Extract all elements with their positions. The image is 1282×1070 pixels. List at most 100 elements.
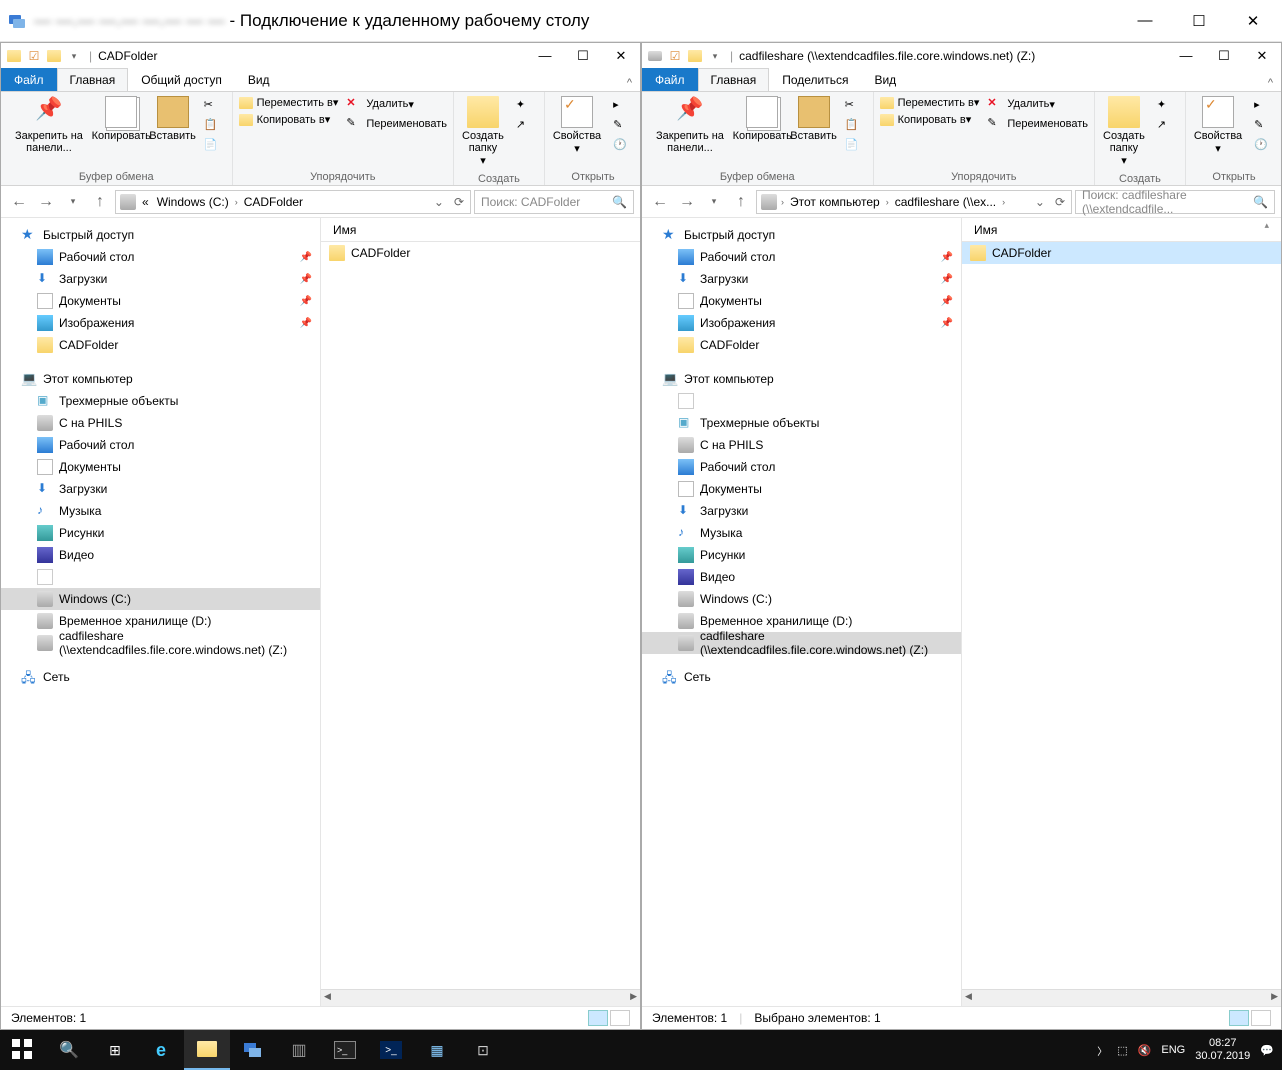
nav-desktop[interactable]: Рабочий стол📌: [642, 246, 961, 268]
back-button[interactable]: ←: [7, 190, 31, 214]
qat-properties-icon[interactable]: ☑: [25, 47, 43, 65]
nav-documents-pc[interactable]: Документы: [1, 456, 320, 478]
search-button[interactable]: 🔍: [46, 1030, 92, 1070]
nav-downloads[interactable]: ⬇Загрузки📌: [642, 268, 961, 290]
pin-button[interactable]: 📌Закрепить на панели...: [3, 94, 95, 156]
nav-video[interactable]: Видео: [1, 544, 320, 566]
tab-file[interactable]: Файл: [642, 68, 698, 91]
breadcrumb-0[interactable]: Windows (C:): [153, 195, 233, 209]
history-button[interactable]: 🕐: [609, 136, 637, 156]
nav-music[interactable]: ♪Музыка: [1, 500, 320, 522]
forward-button[interactable]: →: [675, 190, 699, 214]
taskbar-app2[interactable]: ⊡: [460, 1030, 506, 1070]
close-button[interactable]: ✕: [1247, 48, 1277, 64]
tab-home[interactable]: Главная: [57, 68, 129, 91]
up-button[interactable]: ↑: [729, 190, 753, 214]
copy-to-button[interactable]: Копировать в ▾: [235, 111, 343, 128]
new-item-button[interactable]: ✦: [1153, 96, 1181, 116]
tab-view[interactable]: Вид: [861, 68, 909, 91]
nav-desktop[interactable]: Рабочий стол📌: [1, 246, 320, 268]
refresh-button[interactable]: ⟳: [1051, 195, 1069, 209]
edit-button[interactable]: ✎: [1250, 116, 1278, 136]
back-button[interactable]: ←: [648, 190, 672, 214]
maximize-button[interactable]: ☐: [568, 48, 598, 64]
nav-pictures[interactable]: Изображения📌: [642, 312, 961, 334]
pin-button[interactable]: 📌Закрепить на панели...: [644, 94, 736, 156]
rdp-close-button[interactable]: ✕: [1238, 6, 1268, 36]
rename-button[interactable]: ✎Переименовать: [342, 114, 451, 134]
easy-access-button[interactable]: ↗: [1153, 116, 1181, 136]
view-details-button[interactable]: [588, 1010, 608, 1026]
nav-network[interactable]: 🖧Сеть: [1, 666, 320, 688]
nav-downloads-pc[interactable]: ⬇Загрузки: [642, 500, 961, 522]
open-button[interactable]: ▸: [609, 96, 637, 116]
taskbar-powershell[interactable]: >_: [368, 1030, 414, 1070]
address-field[interactable]: › Этот компьютер › cadfileshare (\\ex...…: [756, 190, 1072, 214]
tray-notifications-icon[interactable]: 💬: [1260, 1044, 1274, 1057]
nav-cadfolder[interactable]: CADFolder: [1, 334, 320, 356]
nav-windows-c[interactable]: Windows (C:): [1, 588, 320, 610]
move-to-button[interactable]: Переместить в ▾: [876, 94, 984, 111]
nav-this-pc[interactable]: 💻Этот компьютер: [642, 368, 961, 390]
properties-button[interactable]: Свойства ▾: [547, 94, 607, 157]
tab-share[interactable]: Общий доступ: [128, 68, 235, 91]
breadcrumb-1[interactable]: CADFolder: [240, 195, 307, 209]
nav-cadfolder[interactable]: CADFolder: [642, 334, 961, 356]
nav-documents[interactable]: Документы📌: [642, 290, 961, 312]
column-header-name[interactable]: Имя▴: [962, 218, 1281, 242]
file-item[interactable]: CADFolder: [962, 242, 1281, 264]
nav-3d-objects[interactable]: ▣Трехмерные объекты: [1, 390, 320, 412]
cut-button[interactable]: ✂: [200, 96, 228, 116]
search-input[interactable]: Поиск: CADFolder 🔍: [474, 190, 634, 214]
copy-path-button[interactable]: 📋: [841, 116, 869, 136]
recent-button[interactable]: ▾: [61, 190, 85, 214]
properties-button[interactable]: Свойства ▾: [1188, 94, 1248, 157]
tab-view[interactable]: Вид: [235, 68, 283, 91]
nav-video[interactable]: Видео: [642, 566, 961, 588]
minimize-button[interactable]: —: [530, 48, 560, 64]
taskbar-cmd[interactable]: >_: [322, 1030, 368, 1070]
address-field[interactable]: « Windows (C:) › CADFolder ⌄ ⟳: [115, 190, 471, 214]
nav-pics[interactable]: Рисунки: [642, 544, 961, 566]
tray-network-icon[interactable]: ⬚: [1117, 1044, 1127, 1057]
nav-c-on-phils[interactable]: C на PHILS: [642, 434, 961, 456]
taskbar-app[interactable]: ▦: [414, 1030, 460, 1070]
copy-to-button[interactable]: Копировать в ▾: [876, 111, 984, 128]
tab-share[interactable]: Поделиться: [769, 68, 861, 91]
recent-button[interactable]: ▾: [702, 190, 726, 214]
paste-shortcut-button[interactable]: 📄: [200, 136, 228, 156]
horizontal-scrollbar[interactable]: [321, 989, 640, 1006]
column-header-name[interactable]: Имя: [321, 218, 640, 242]
move-to-button[interactable]: Переместить в ▾: [235, 94, 343, 111]
nav-network[interactable]: 🖧Сеть: [642, 666, 961, 688]
search-input[interactable]: Поиск: cadfileshare (\\extendcadfile... …: [1075, 190, 1275, 214]
paste-shortcut-button[interactable]: 📄: [841, 136, 869, 156]
nav-this-pc[interactable]: 💻Этот компьютер: [1, 368, 320, 390]
cut-button[interactable]: ✂: [841, 96, 869, 116]
history-button[interactable]: 🕐: [1250, 136, 1278, 156]
new-folder-button[interactable]: Создать папку ▾: [456, 94, 510, 169]
nav-desktop-pc[interactable]: Рабочий стол: [1, 434, 320, 456]
ribbon-collapse-button[interactable]: ^: [1260, 75, 1281, 91]
copy-path-button[interactable]: 📋: [200, 116, 228, 136]
up-button[interactable]: ↑: [88, 190, 112, 214]
nav-windows-c[interactable]: Windows (C:): [642, 588, 961, 610]
paste-button[interactable]: Вставить: [148, 94, 198, 144]
rdp-minimize-button[interactable]: —: [1130, 6, 1160, 36]
qat-properties-icon[interactable]: ☑: [666, 47, 684, 65]
horizontal-scrollbar[interactable]: [962, 989, 1281, 1006]
nav-pics[interactable]: Рисунки: [1, 522, 320, 544]
nav-c-on-phils[interactable]: C на PHILS: [1, 412, 320, 434]
paste-button[interactable]: Вставить: [789, 94, 839, 144]
taskbar-server-manager[interactable]: ▥: [276, 1030, 322, 1070]
qat-newfolder-icon[interactable]: [45, 47, 63, 65]
nav-pictures[interactable]: Изображения📌: [1, 312, 320, 334]
start-button[interactable]: [0, 1030, 46, 1070]
nav-documents[interactable]: Документы📌: [1, 290, 320, 312]
view-large-button[interactable]: [1251, 1010, 1271, 1026]
taskbar-explorer[interactable]: [184, 1030, 230, 1070]
nav-3d-objects[interactable]: ▣Трехмерные объекты: [642, 412, 961, 434]
rdp-maximize-button[interactable]: ☐: [1184, 6, 1214, 36]
copy-button[interactable]: Копировать: [736, 94, 789, 144]
new-folder-button[interactable]: Создать папку ▾: [1097, 94, 1151, 169]
